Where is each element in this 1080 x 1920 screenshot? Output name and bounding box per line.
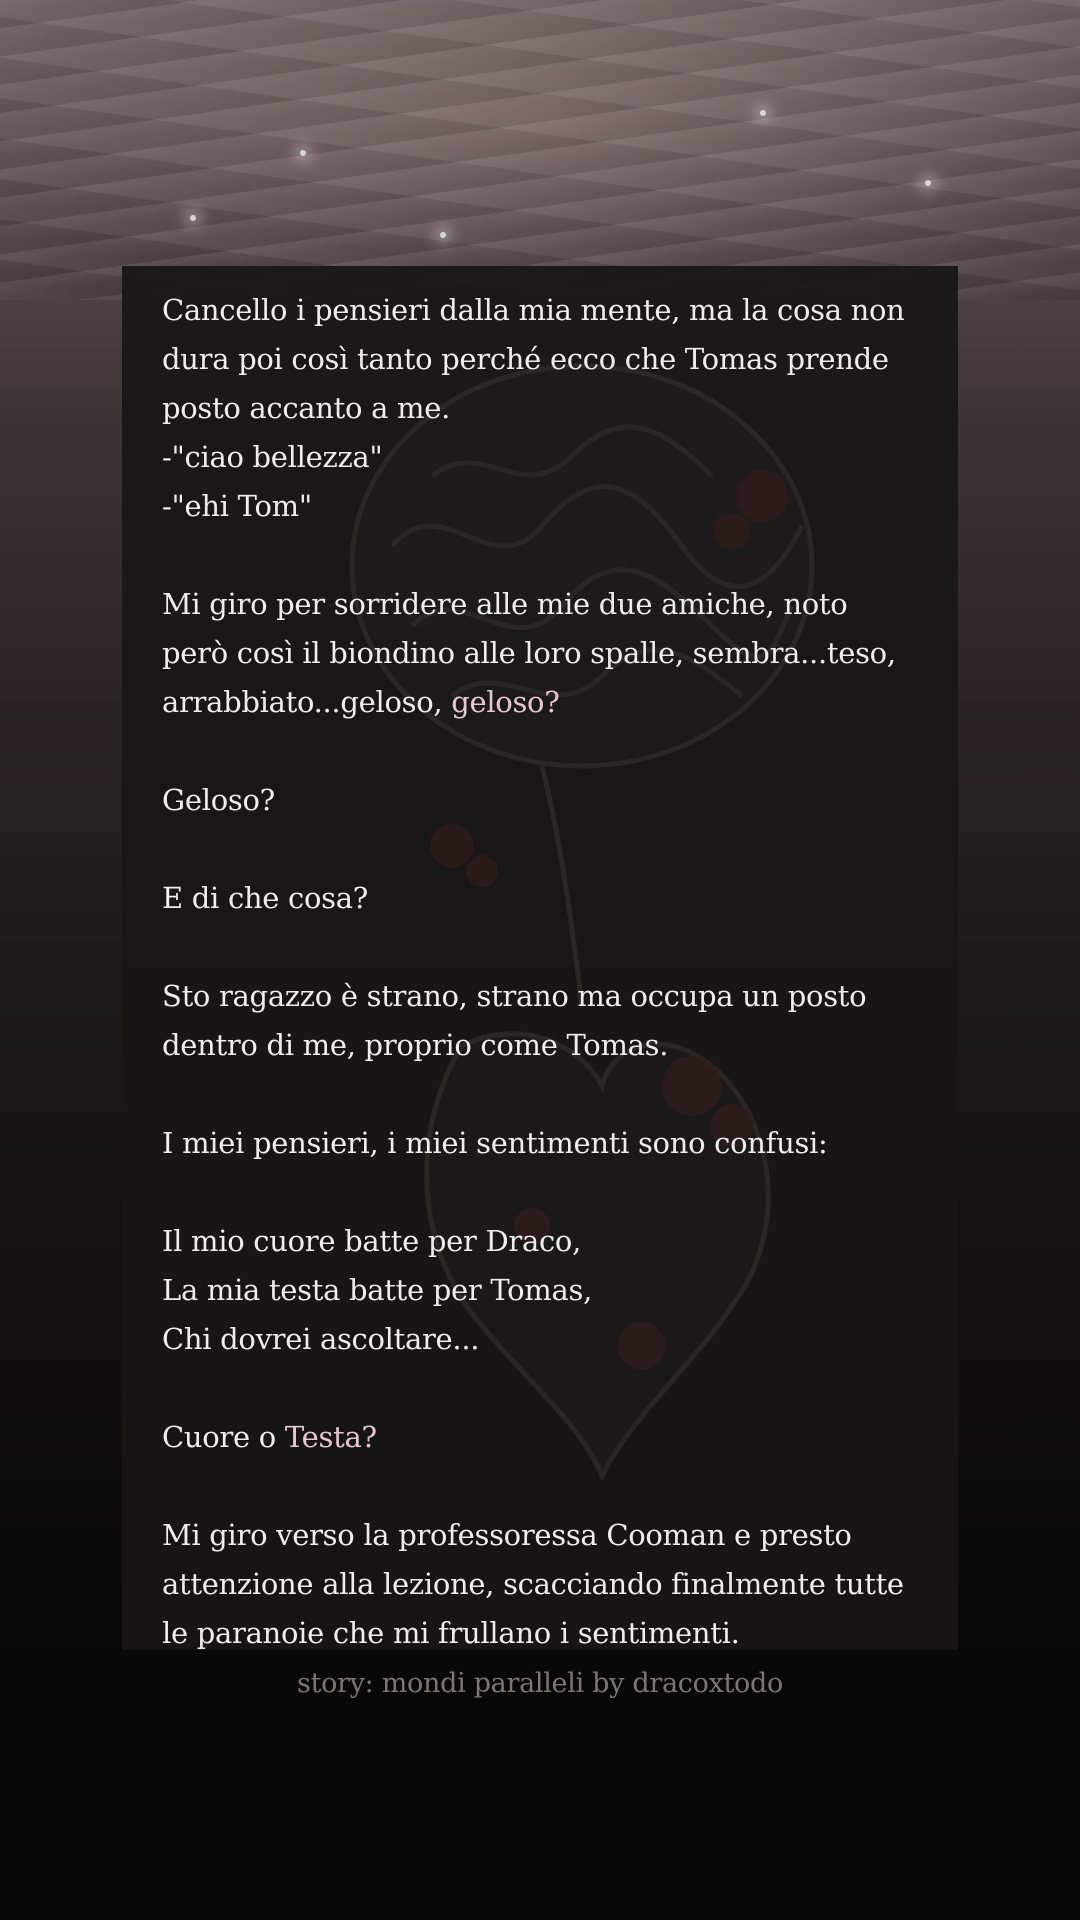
- paragraph: I miei pensieri, i miei sentimenti sono …: [162, 1119, 918, 1168]
- light-glint: [440, 232, 446, 238]
- text-line: le paranoie che mi frullano i sentimenti…: [162, 1616, 740, 1650]
- text-line: posto accanto a me.: [162, 391, 450, 425]
- text-line: Il mio cuore batte per Draco,: [162, 1224, 581, 1258]
- text-segment: Cuore o: [162, 1420, 285, 1454]
- text-line: Cancello i pensieri dalla mia mente, ma …: [162, 293, 905, 327]
- water-background: [0, 0, 1080, 300]
- text-line: Mi giro per sorridere alle mie due amich…: [162, 587, 848, 621]
- paragraph: Il mio cuore batte per Draco, La mia tes…: [162, 1217, 918, 1364]
- light-glint: [760, 110, 766, 116]
- text-segment: arrabbiato...geloso,: [162, 685, 452, 719]
- light-glint: [190, 215, 196, 221]
- highlighted-text: geloso?: [451, 685, 560, 719]
- text-line: -"ciao bellezza": [162, 440, 383, 474]
- text-line-mixed: Cuore o Testa?: [162, 1413, 918, 1462]
- text-line: attenzione alla lezione, scacciando fina…: [162, 1567, 904, 1601]
- story-text-card: Cancello i pensieri dalla mia mente, ma …: [122, 266, 958, 1650]
- story-paragraphs: Cancello i pensieri dalla mia mente, ma …: [162, 286, 918, 1650]
- text-line: Mi giro verso la professoressa Cooman e …: [162, 1518, 852, 1552]
- paragraph: Cuore o Testa?: [162, 1413, 918, 1462]
- text-line: La mia testa batte per Tomas,: [162, 1273, 592, 1307]
- paragraph: Cancello i pensieri dalla mia mente, ma …: [162, 286, 918, 531]
- text-line: E di che cosa?: [162, 881, 368, 915]
- text-line: Chi dovrei ascoltare...: [162, 1322, 480, 1356]
- paragraph: Mi giro per sorridere alle mie due amich…: [162, 580, 918, 727]
- text-line: I miei pensieri, i miei sentimenti sono …: [162, 1126, 828, 1160]
- paragraph: E di che cosa?: [162, 874, 918, 923]
- text-line-mixed: arrabbiato...geloso, geloso?: [162, 678, 918, 727]
- text-line: -"ehi Tom": [162, 489, 312, 523]
- light-glint: [300, 150, 306, 156]
- story-credit: story: mondi paralleli by dracoxtodo: [297, 1668, 783, 1699]
- paragraph: Geloso?: [162, 776, 918, 825]
- paragraph: Sto ragazzo è strano, strano ma occupa u…: [162, 972, 918, 1070]
- text-line: Geloso?: [162, 783, 275, 817]
- paragraph: Mi giro verso la professoressa Cooman e …: [162, 1511, 918, 1650]
- text-line: Sto ragazzo è strano, strano ma occupa u…: [162, 979, 867, 1013]
- text-line: però così il biondino alle loro spalle, …: [162, 636, 896, 670]
- text-line: dura poi così tanto perché ecco che Toma…: [162, 342, 889, 376]
- text-line: dentro di me, proprio come Tomas.: [162, 1028, 669, 1062]
- highlighted-text: Testa?: [284, 1420, 377, 1454]
- light-glint: [925, 180, 931, 186]
